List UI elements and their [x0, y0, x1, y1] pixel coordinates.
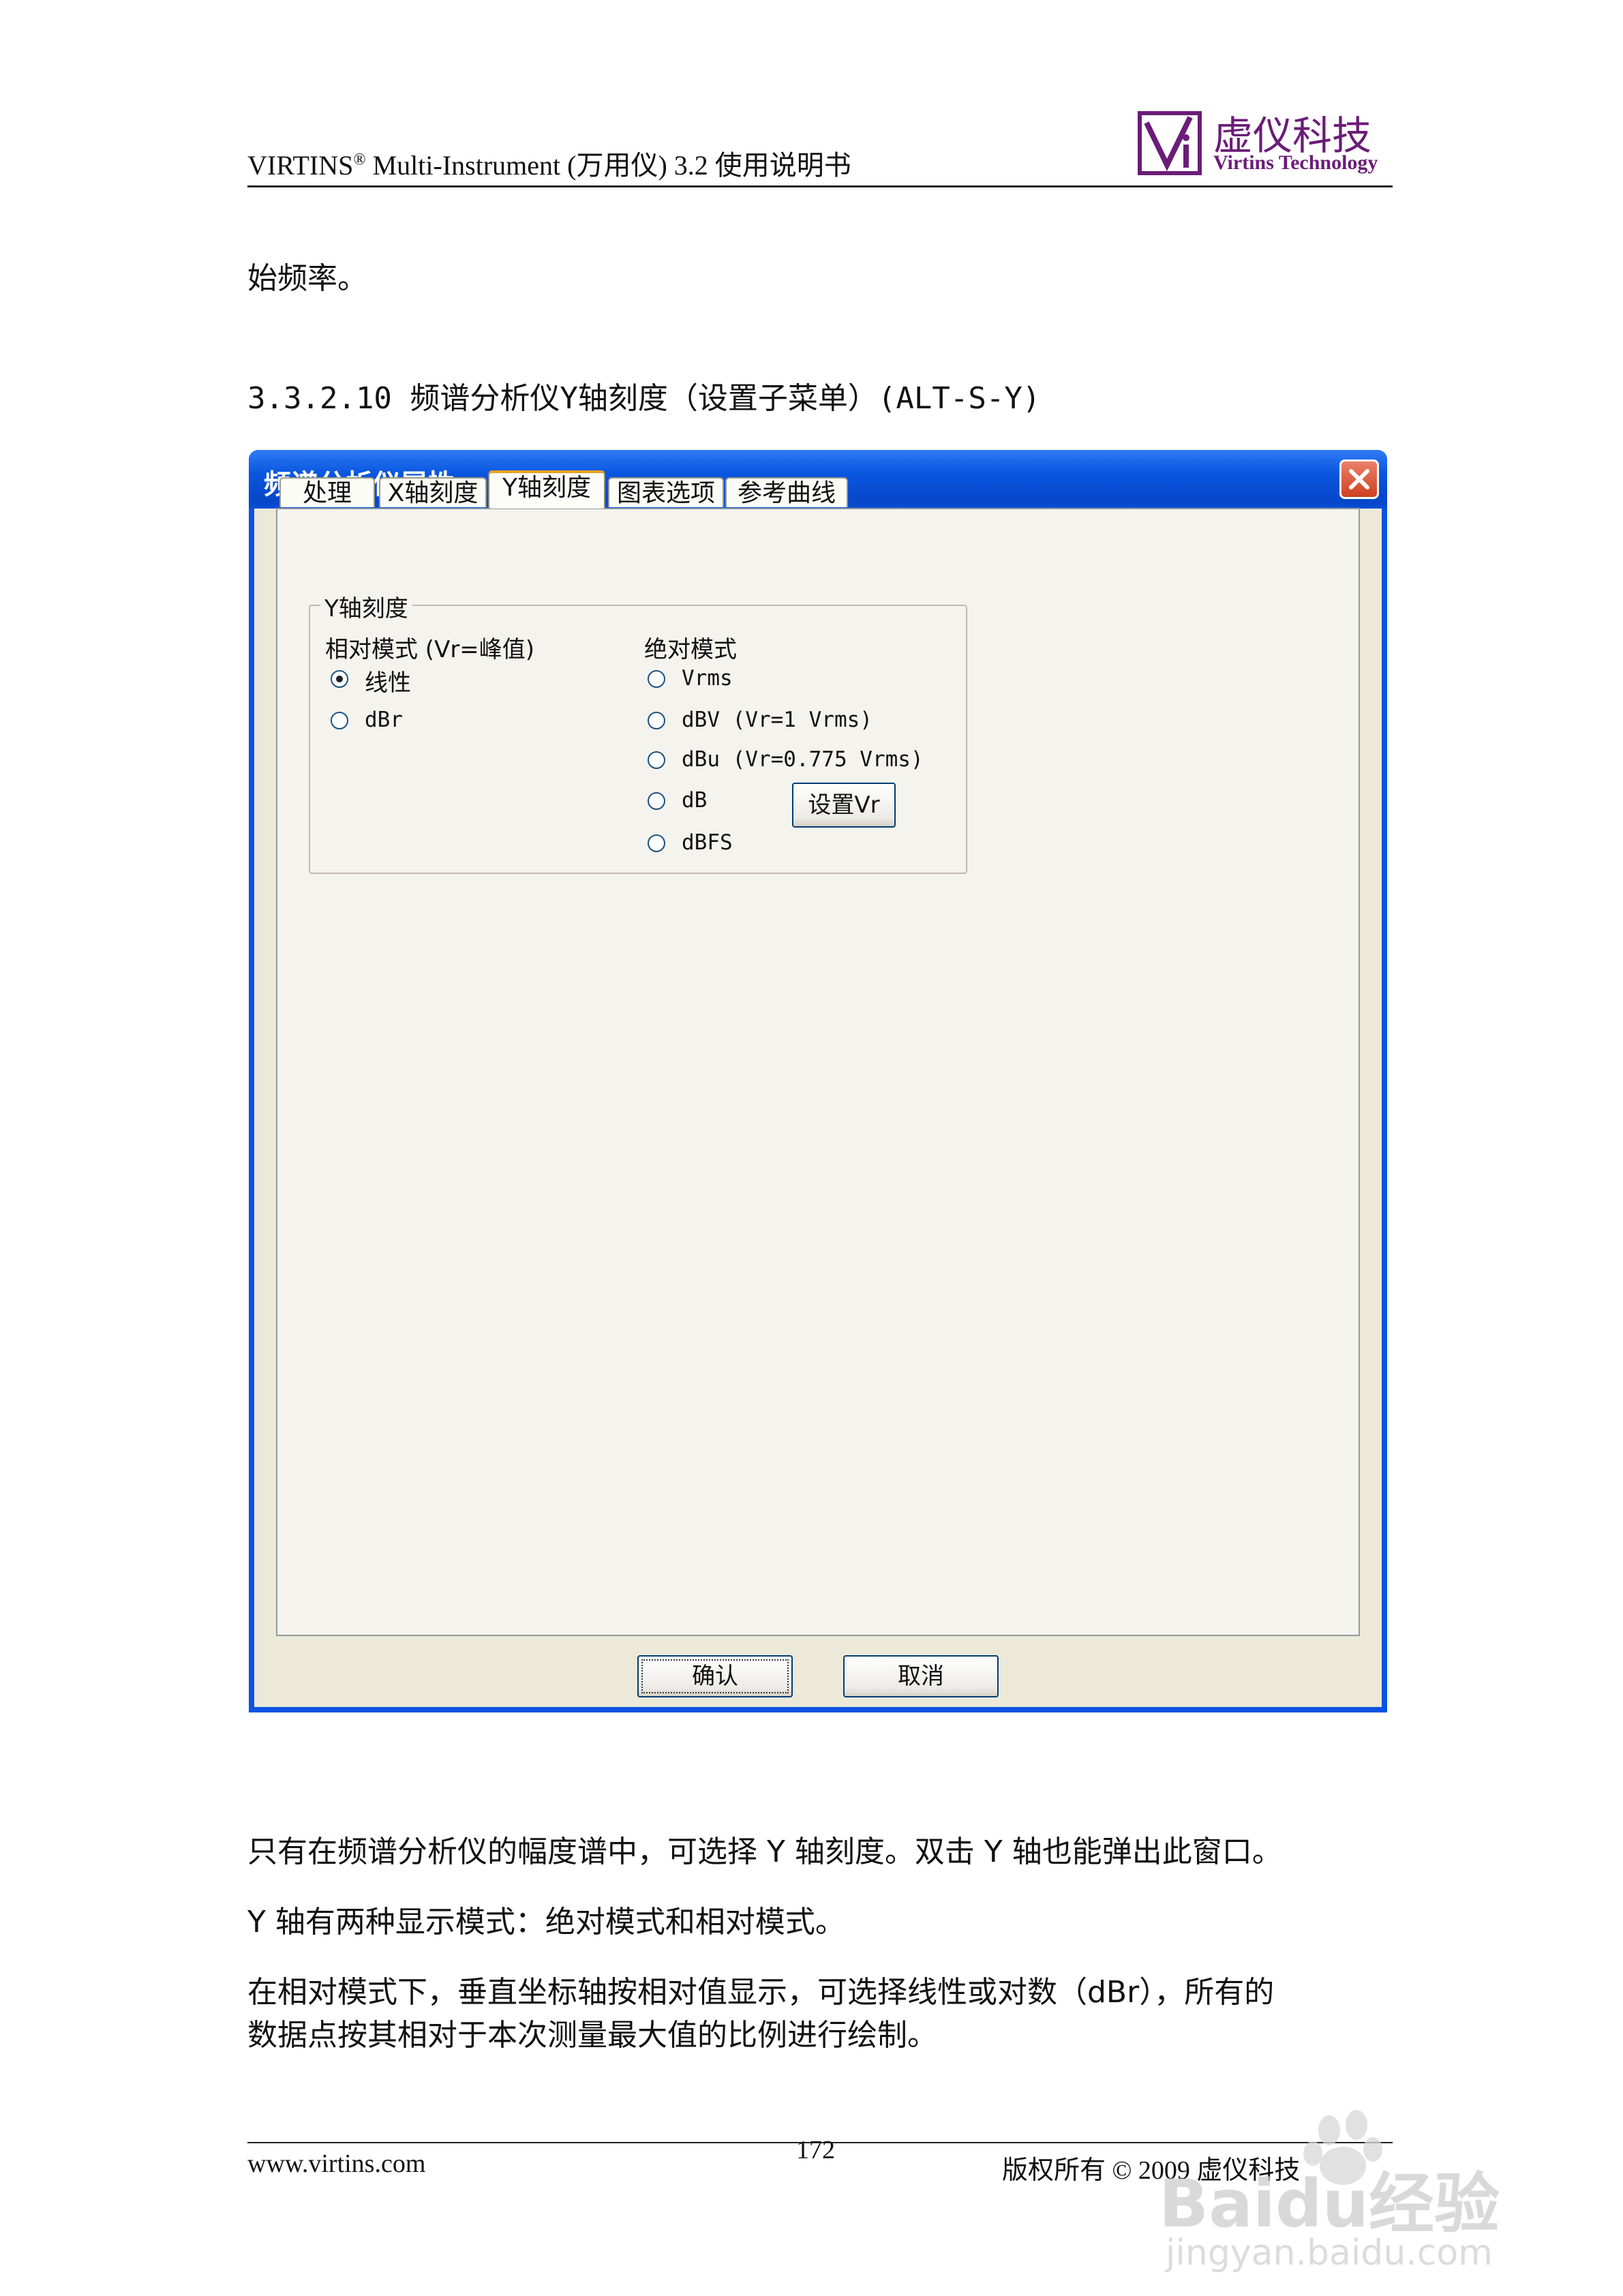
- radio-dbv[interactable]: [648, 712, 665, 729]
- header-product: VIRTINS: [247, 150, 354, 181]
- tab-reference-curve[interactable]: 参考曲线: [725, 477, 848, 507]
- radio-linear[interactable]: [331, 670, 348, 688]
- radio-dbu-label[interactable]: dBu (Vr=0.775 Vrms): [682, 747, 924, 772]
- section-title: 3.3.2.10 频谱分析仪Y轴刻度（设置子菜单）(ALT-S-Y): [247, 381, 1041, 416]
- tab-chart-options[interactable]: 图表选项: [608, 477, 724, 507]
- registered-mark: ®: [353, 151, 366, 169]
- radio-linear-label[interactable]: 线性: [365, 664, 411, 697]
- header-manual-title: Multi-Instrument (万用仪) 3.2 使用说明书: [365, 150, 851, 181]
- tab-y-axis[interactable]: Y轴刻度: [488, 470, 605, 509]
- continuation-text: 始频率。: [247, 261, 367, 296]
- radio-dbu[interactable]: [648, 751, 665, 769]
- header-rule: [247, 185, 1393, 187]
- absolute-mode-label: 绝对模式: [644, 636, 737, 663]
- page-number: 172: [796, 2136, 835, 2164]
- watermark-url: jingyan.baidu.com: [1166, 2233, 1493, 2274]
- radio-dbr[interactable]: [331, 712, 348, 729]
- close-button[interactable]: [1339, 459, 1379, 499]
- radio-vrms[interactable]: [648, 670, 665, 688]
- radio-dbr-label[interactable]: dBr: [365, 708, 403, 732]
- baidu-watermark: Baidu经验 jingyan.baidu.com: [1159, 2103, 1541, 2280]
- footer-website: www.virtins.com: [247, 2149, 426, 2178]
- tab-processing[interactable]: 处理: [279, 477, 375, 507]
- radio-vrms-label[interactable]: Vrms: [682, 666, 733, 691]
- radio-db-label[interactable]: dB: [682, 788, 707, 813]
- radio-dbfs[interactable]: [648, 834, 665, 852]
- logo-mark-icon: [1138, 111, 1202, 175]
- relative-mode-label: 相对模式 (Vr=峰值): [325, 636, 535, 663]
- paragraph-3-line-2: 数据点按其相对于本次测量最大值的比例进行绘制。: [247, 2018, 937, 2053]
- close-icon: [1349, 469, 1369, 489]
- page-header-title: VIRTINS® Multi-Instrument (万用仪) 3.2 使用说明…: [247, 143, 851, 183]
- cancel-button[interactable]: 取消: [843, 1655, 999, 1697]
- paragraph-2: Y 轴有两种显示模式：绝对模式和相对模式。: [247, 1905, 845, 1939]
- paragraph-1: 只有在频谱分析仪的幅度谱中，可选择 Y 轴刻度。双击 Y 轴也能弹出此窗口。: [247, 1834, 1282, 1869]
- radio-dbv-label[interactable]: dBV (Vr=1 Vrms): [682, 708, 873, 732]
- group-label: Y轴刻度: [320, 590, 412, 623]
- paragraph-3-line-1: 在相对模式下，垂直坐标轴按相对值显示，可选择线性或对数（dBr），所有的: [247, 1975, 1275, 2010]
- watermark-main-text: Baidu经验: [1159, 2166, 1500, 2242]
- tab-x-axis[interactable]: X轴刻度: [379, 477, 487, 507]
- logo-english-name: Virtins Technology: [1213, 151, 1378, 174]
- set-vr-button[interactable]: 设置Vr: [792, 783, 896, 828]
- ok-button[interactable]: 确认: [637, 1655, 793, 1697]
- company-logo: 虚仪科技 Virtins Technology: [1137, 104, 1416, 180]
- radio-db[interactable]: [648, 792, 665, 810]
- radio-dbfs-label[interactable]: dBFS: [682, 830, 733, 855]
